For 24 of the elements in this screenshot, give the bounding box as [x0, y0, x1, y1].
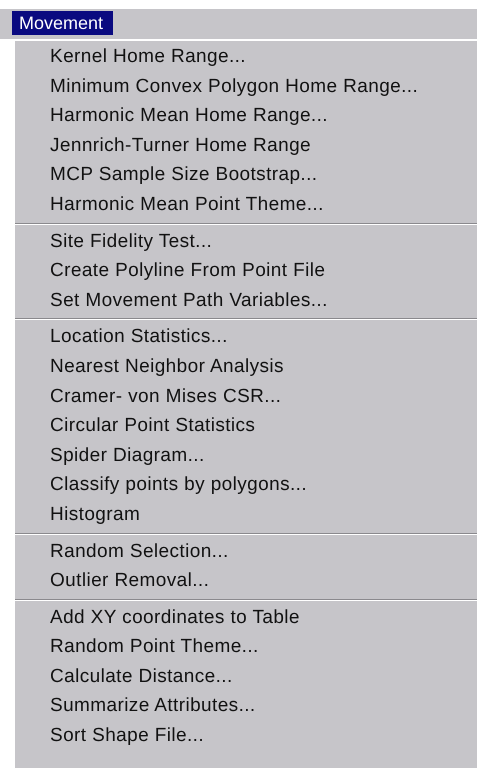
menu-item[interactable]: Circular Point Statistics: [15, 411, 477, 441]
menu-item[interactable]: Minimum Convex Polygon Home Range...: [15, 72, 477, 102]
menu-item[interactable]: Site Fidelity Test...: [15, 226, 477, 256]
menu-item[interactable]: Set Movement Path Variables...: [15, 286, 477, 316]
menu-item[interactable]: Kernel Home Range...: [15, 42, 477, 72]
menu-item[interactable]: Random Selection...: [15, 536, 477, 566]
menu-item[interactable]: Location Statistics...: [15, 322, 477, 352]
menu-item[interactable]: MCP Sample Size Bootstrap...: [15, 160, 477, 190]
menu-item[interactable]: Outlier Removal...: [15, 566, 477, 596]
menu-item[interactable]: Add XY coordinates to Table: [15, 602, 477, 632]
menu-item[interactable]: Sort Shape File...: [15, 721, 477, 751]
menu-item[interactable]: Classify points by polygons...: [15, 470, 477, 500]
menu-item[interactable]: Cramer- von Mises CSR...: [15, 382, 477, 412]
menu-item[interactable]: Harmonic Mean Home Range...: [15, 101, 477, 131]
menu-item[interactable]: Jennrich-Turner Home Range: [15, 130, 477, 160]
menu-item[interactable]: Harmonic Mean Point Theme...: [15, 190, 477, 220]
menu-item[interactable]: Nearest Neighbor Analysis: [15, 352, 477, 382]
menu-title[interactable]: Movement: [12, 11, 114, 35]
menu-item[interactable]: Random Point Theme...: [15, 632, 477, 662]
menu-item[interactable]: Spider Diagram...: [15, 440, 477, 470]
menu-item[interactable]: Summarize Attributes...: [15, 691, 477, 722]
menu-item[interactable]: Calculate Distance...: [15, 662, 477, 692]
menu-item[interactable]: Histogram: [15, 500, 477, 530]
menu-item[interactable]: Create Polyline From Point File: [15, 256, 477, 286]
